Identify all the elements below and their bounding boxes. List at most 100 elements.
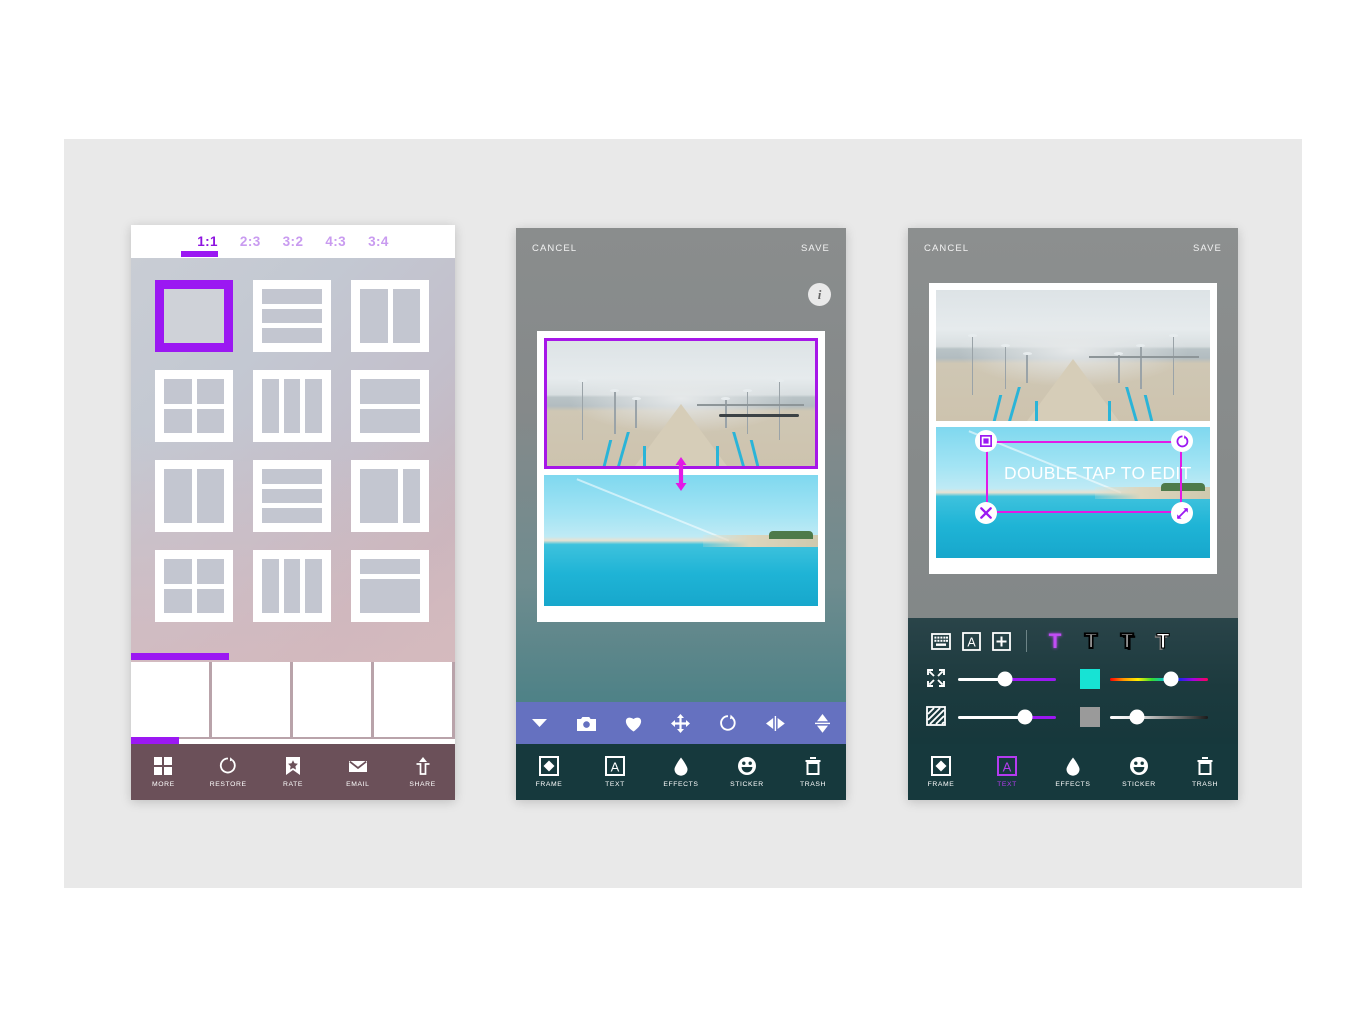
- toolbar-item-email[interactable]: EMAIL: [325, 756, 390, 788]
- resize-handle[interactable]: [1171, 502, 1193, 524]
- restore-icon: [218, 756, 238, 776]
- slider-knob[interactable]: [997, 671, 1013, 687]
- filmstrip-scrollbar[interactable]: [131, 737, 179, 744]
- layout-option-cols-2[interactable]: [351, 280, 429, 352]
- text-selection-box[interactable]: DOUBLE TAP TO EDIT: [975, 430, 1193, 524]
- toolbar-label: TEXT: [997, 781, 1017, 788]
- ratio-tab-3-4[interactable]: 3:4: [368, 234, 389, 249]
- gray-swatch[interactable]: [1080, 707, 1100, 727]
- cancel-button[interactable]: CANCEL: [924, 243, 969, 254]
- divider-drag-handle[interactable]: [675, 457, 688, 491]
- editor-header: CANCEL SAVE: [516, 228, 846, 268]
- toolbar-item-effects[interactable]: EFFECTS: [648, 756, 714, 788]
- resize-icon: [1176, 507, 1188, 519]
- text-style-outline[interactable]: T: [1073, 629, 1109, 653]
- trash-icon: [803, 756, 823, 776]
- ocean-photo: [544, 475, 818, 606]
- text-style-glyph: T: [1084, 629, 1099, 653]
- ratio-tab-1-1[interactable]: 1:1: [197, 234, 218, 249]
- font-icon[interactable]: A: [956, 631, 986, 651]
- toolbar-label: SHARE: [409, 781, 436, 788]
- heart-icon[interactable]: [610, 715, 657, 732]
- toolbar-label: EFFECTS: [1055, 781, 1091, 788]
- layout-option-single[interactable]: [155, 280, 233, 352]
- cancel-button[interactable]: CANCEL: [532, 243, 577, 254]
- toolbar-label: FRAME: [927, 781, 955, 788]
- photo-filmstrip[interactable]: [131, 662, 455, 739]
- delete-handle[interactable]: [975, 502, 997, 524]
- text-style-shadow[interactable]: T: [1109, 630, 1145, 653]
- layout-option-grid-4[interactable]: [155, 370, 233, 442]
- layout-option-cols-3-b[interactable]: [253, 550, 331, 622]
- text-style-plain[interactable]: T: [1037, 631, 1073, 652]
- text-style-row: A T T T T: [908, 618, 1238, 660]
- toolbar-item-sticker[interactable]: STICKER: [714, 756, 780, 788]
- toolbar-item-sticker[interactable]: STICKER: [1106, 756, 1172, 788]
- layout-option-rows-2[interactable]: [351, 370, 429, 442]
- toolbar-item-trash[interactable]: TRASH: [1172, 756, 1238, 788]
- slider-knob[interactable]: [1017, 709, 1033, 725]
- toolbar-item-rate[interactable]: RATE: [261, 756, 326, 788]
- toolbar-item-restore[interactable]: RESTORE: [196, 756, 261, 788]
- opacity-slider[interactable]: [958, 709, 1056, 725]
- duplicate-handle[interactable]: [975, 430, 997, 452]
- text-style-glyph: T: [1048, 629, 1062, 653]
- keyboard-icon[interactable]: [926, 632, 956, 650]
- toolbar-item-share[interactable]: SHARE: [390, 756, 455, 788]
- toolbar-item-trash[interactable]: TRASH: [780, 756, 846, 788]
- toolbar-item-frame[interactable]: FRAME: [908, 756, 974, 788]
- text-style-glyph: T: [1156, 629, 1170, 653]
- bookmark-star-icon: [283, 756, 303, 776]
- text-style-long-shadow[interactable]: T: [1145, 629, 1181, 653]
- layout-option-grid-4-b[interactable]: [155, 550, 233, 622]
- collage-cell-bottom[interactable]: DOUBLE TAP TO EDIT: [936, 427, 1210, 558]
- ratio-tab-2-3[interactable]: 2:3: [240, 234, 261, 249]
- slider-knob[interactable]: [1129, 709, 1145, 725]
- toolbar-item-text[interactable]: A TEXT: [582, 756, 648, 788]
- layout-option-rows-3-b[interactable]: [253, 460, 331, 532]
- slider-knob[interactable]: [1163, 671, 1179, 687]
- layout-option-rows-2-uneven[interactable]: [351, 550, 429, 622]
- droplet-icon: [671, 756, 691, 776]
- ratio-tab-4-3[interactable]: 4:3: [325, 234, 346, 249]
- flip-horizontal-icon[interactable]: [752, 715, 799, 731]
- film-thumb[interactable]: [374, 662, 452, 737]
- collage-cell-top[interactable]: [936, 290, 1210, 421]
- color-swatch[interactable]: [1080, 669, 1100, 689]
- toolbar-item-effects[interactable]: EFFECTS: [1040, 756, 1106, 788]
- toolbar-label: TRASH: [799, 781, 827, 788]
- layout-scrollbar[interactable]: [131, 653, 229, 660]
- toolbar-label: EFFECTS: [663, 781, 699, 788]
- rotate-icon[interactable]: [705, 714, 752, 732]
- size-slider[interactable]: [958, 671, 1056, 687]
- ratio-tab-3-2[interactable]: 3:2: [283, 234, 304, 249]
- overlay-text[interactable]: DOUBLE TAP TO EDIT: [1004, 463, 1192, 484]
- toolbar-item-text[interactable]: A TEXT: [974, 756, 1040, 788]
- move-icon[interactable]: [657, 713, 704, 733]
- layout-option-cols-2-b[interactable]: [155, 460, 233, 532]
- frame-icon: [931, 756, 951, 776]
- rotate-handle[interactable]: [1171, 430, 1193, 452]
- save-button[interactable]: SAVE: [801, 243, 830, 254]
- text-icon: A: [997, 756, 1017, 776]
- film-thumb[interactable]: [212, 662, 290, 737]
- collapse-button[interactable]: [516, 717, 563, 729]
- save-button[interactable]: SAVE: [1193, 243, 1222, 254]
- layout-option-rows-3[interactable]: [253, 280, 331, 352]
- envelope-icon: [348, 756, 368, 776]
- collage-cell-bottom[interactable]: [544, 475, 818, 606]
- film-thumb[interactable]: [131, 662, 209, 737]
- add-icon[interactable]: [986, 631, 1016, 651]
- camera-icon[interactable]: [563, 716, 610, 731]
- info-icon[interactable]: i: [808, 283, 831, 306]
- collage-cell-top[interactable]: [544, 338, 818, 469]
- layout-option-cols-3[interactable]: [253, 370, 331, 442]
- flip-vertical-icon[interactable]: [799, 713, 846, 734]
- film-thumb[interactable]: [293, 662, 371, 737]
- layout-option-cols-2-uneven[interactable]: [351, 460, 429, 532]
- toolbar-item-more[interactable]: MORE: [131, 756, 196, 788]
- color-slider[interactable]: [1110, 671, 1208, 687]
- svg-text:A: A: [967, 635, 976, 649]
- shadow-slider[interactable]: [1110, 709, 1208, 725]
- toolbar-item-frame[interactable]: FRAME: [516, 756, 582, 788]
